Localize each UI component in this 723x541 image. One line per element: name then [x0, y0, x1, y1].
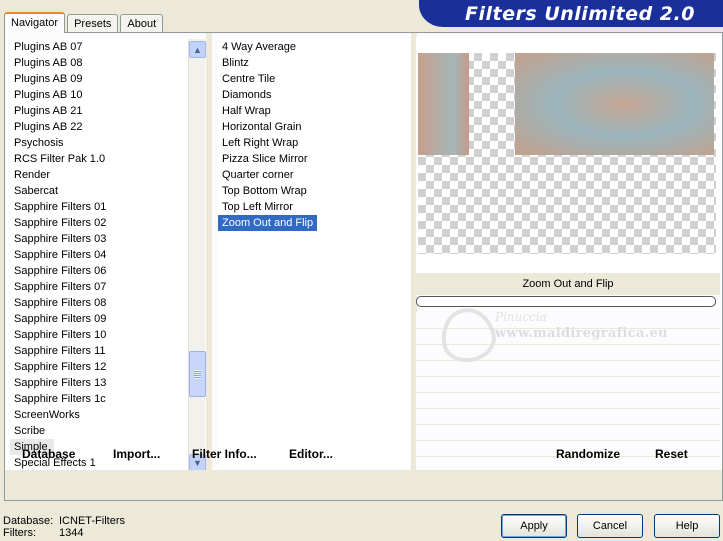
category-item[interactable]: Sapphire Filters 08 [10, 295, 190, 311]
preview-image [418, 53, 716, 254]
tab-navigator[interactable]: Navigator [4, 12, 66, 33]
category-item[interactable]: Plugins AB 22 [10, 119, 190, 135]
category-item[interactable]: Sapphire Filters 10 [10, 327, 190, 343]
divider [206, 33, 212, 470]
filter-item[interactable]: Half Wrap [218, 103, 410, 119]
filter-list[interactable]: 4 Way Average Blintz Centre Tile Diamonds Ha… [218, 39, 410, 469]
category-item[interactable]: Sapphire Filters 13 [10, 375, 190, 391]
app-title: Filters Unlimited 2.0 [465, 2, 695, 25]
filter-item[interactable]: Top Left Mirror [218, 199, 410, 215]
filter-item[interactable]: Blintz [218, 55, 410, 71]
import-button[interactable]: Import... [113, 446, 160, 462]
watermark: Pinuccia www.maldiregrafica.eu [435, 302, 677, 376]
filter-info-button[interactable]: Filter Info... [192, 446, 257, 462]
category-item[interactable]: Sapphire Filters 04 [10, 247, 190, 263]
selected-filter-name: Zoom Out and Flip [416, 273, 720, 295]
category-item[interactable]: Plugins AB 10 [10, 87, 190, 103]
filter-item[interactable]: Centre Tile [218, 71, 410, 87]
category-item[interactable]: Plugins AB 07 [10, 39, 190, 55]
chevron-up-icon: ▲ [193, 44, 202, 55]
category-item[interactable]: Sapphire Filters 07 [10, 279, 190, 295]
category-item[interactable]: Sapphire Filters 03 [10, 231, 190, 247]
tab-about[interactable]: About [120, 14, 164, 33]
category-item[interactable]: ScreenWorks [10, 407, 190, 423]
apply-button[interactable]: Apply [501, 514, 567, 538]
category-item[interactable]: Plugins AB 21 [10, 103, 190, 119]
database-info: Database: ICNET-Filters Filters: 1344 [3, 515, 125, 539]
category-item[interactable]: Plugins AB 08 [10, 55, 190, 71]
category-item[interactable]: Plugins AB 09 [10, 71, 190, 87]
category-item[interactable]: Sapphire Filters 02 [10, 215, 190, 231]
category-item[interactable]: Sapphire Filters 11 [10, 343, 190, 359]
category-item[interactable]: Sapphire Filters 1c [10, 391, 190, 407]
action-strip [5, 470, 722, 500]
database-value: ICNET-Filters [59, 515, 125, 527]
filters-label: Filters: [3, 527, 36, 539]
filter-item[interactable]: Top Bottom Wrap [218, 183, 410, 199]
tab-bar: Navigator Presets About [4, 12, 165, 33]
scroll-thumb[interactable] [189, 351, 206, 397]
database-button[interactable]: Database [22, 446, 75, 462]
filter-item[interactable]: 4 Way Average [218, 39, 410, 55]
preview-image-left-segment [418, 53, 469, 155]
editor-button[interactable]: Editor... [289, 446, 333, 462]
category-item[interactable]: Sapphire Filters 09 [10, 311, 190, 327]
scroll-up-button[interactable]: ▲ [189, 41, 206, 58]
help-button[interactable]: Help [654, 514, 720, 538]
category-item[interactable]: RCS Filter Pak 1.0 [10, 151, 190, 167]
navigator-panel: Plugins AB 07 Plugins AB 08 Plugins AB 09 P… [4, 32, 723, 501]
grip-icon [194, 369, 201, 379]
filters-count: 1344 [59, 527, 84, 539]
watermark-name: Pinuccia [495, 310, 547, 324]
category-item[interactable]: Scribe [10, 423, 190, 439]
category-item[interactable]: Sapphire Filters 06 [10, 263, 190, 279]
filter-item[interactable]: Pizza Slice Mirror [218, 151, 410, 167]
filter-item[interactable]: Zoom Out and Flip [218, 215, 318, 231]
category-item[interactable]: Sapphire Filters 12 [10, 359, 190, 375]
category-scrollbar[interactable]: ▲ ▼ [188, 39, 206, 473]
database-label: Database: [3, 515, 54, 527]
category-list[interactable]: Plugins AB 07 Plugins AB 08 Plugins AB 09 P… [10, 39, 190, 473]
tab-presets[interactable]: Presets [67, 14, 119, 33]
title-banner: Filters Unlimited 2.0 [419, 0, 723, 27]
reset-button[interactable]: Reset [655, 446, 688, 462]
cancel-button[interactable]: Cancel [577, 514, 643, 538]
filter-item[interactable]: Horizontal Grain [218, 119, 410, 135]
category-item[interactable]: Sabercat [10, 183, 190, 199]
category-item[interactable]: Sapphire Filters 01 [10, 199, 190, 215]
heart-icon [435, 302, 501, 368]
watermark-url: www.maldiregrafica.eu [495, 326, 668, 341]
randomize-button[interactable]: Randomize [556, 446, 620, 462]
filter-item[interactable]: Quarter corner [218, 167, 410, 183]
category-item[interactable]: Psychosis [10, 135, 190, 151]
filter-item[interactable]: Left Right Wrap [218, 135, 410, 151]
preview-image-right-segment [515, 53, 714, 155]
category-item[interactable]: Render [10, 167, 190, 183]
filter-item[interactable]: Diamonds [218, 87, 410, 103]
preview-pane [416, 37, 720, 273]
